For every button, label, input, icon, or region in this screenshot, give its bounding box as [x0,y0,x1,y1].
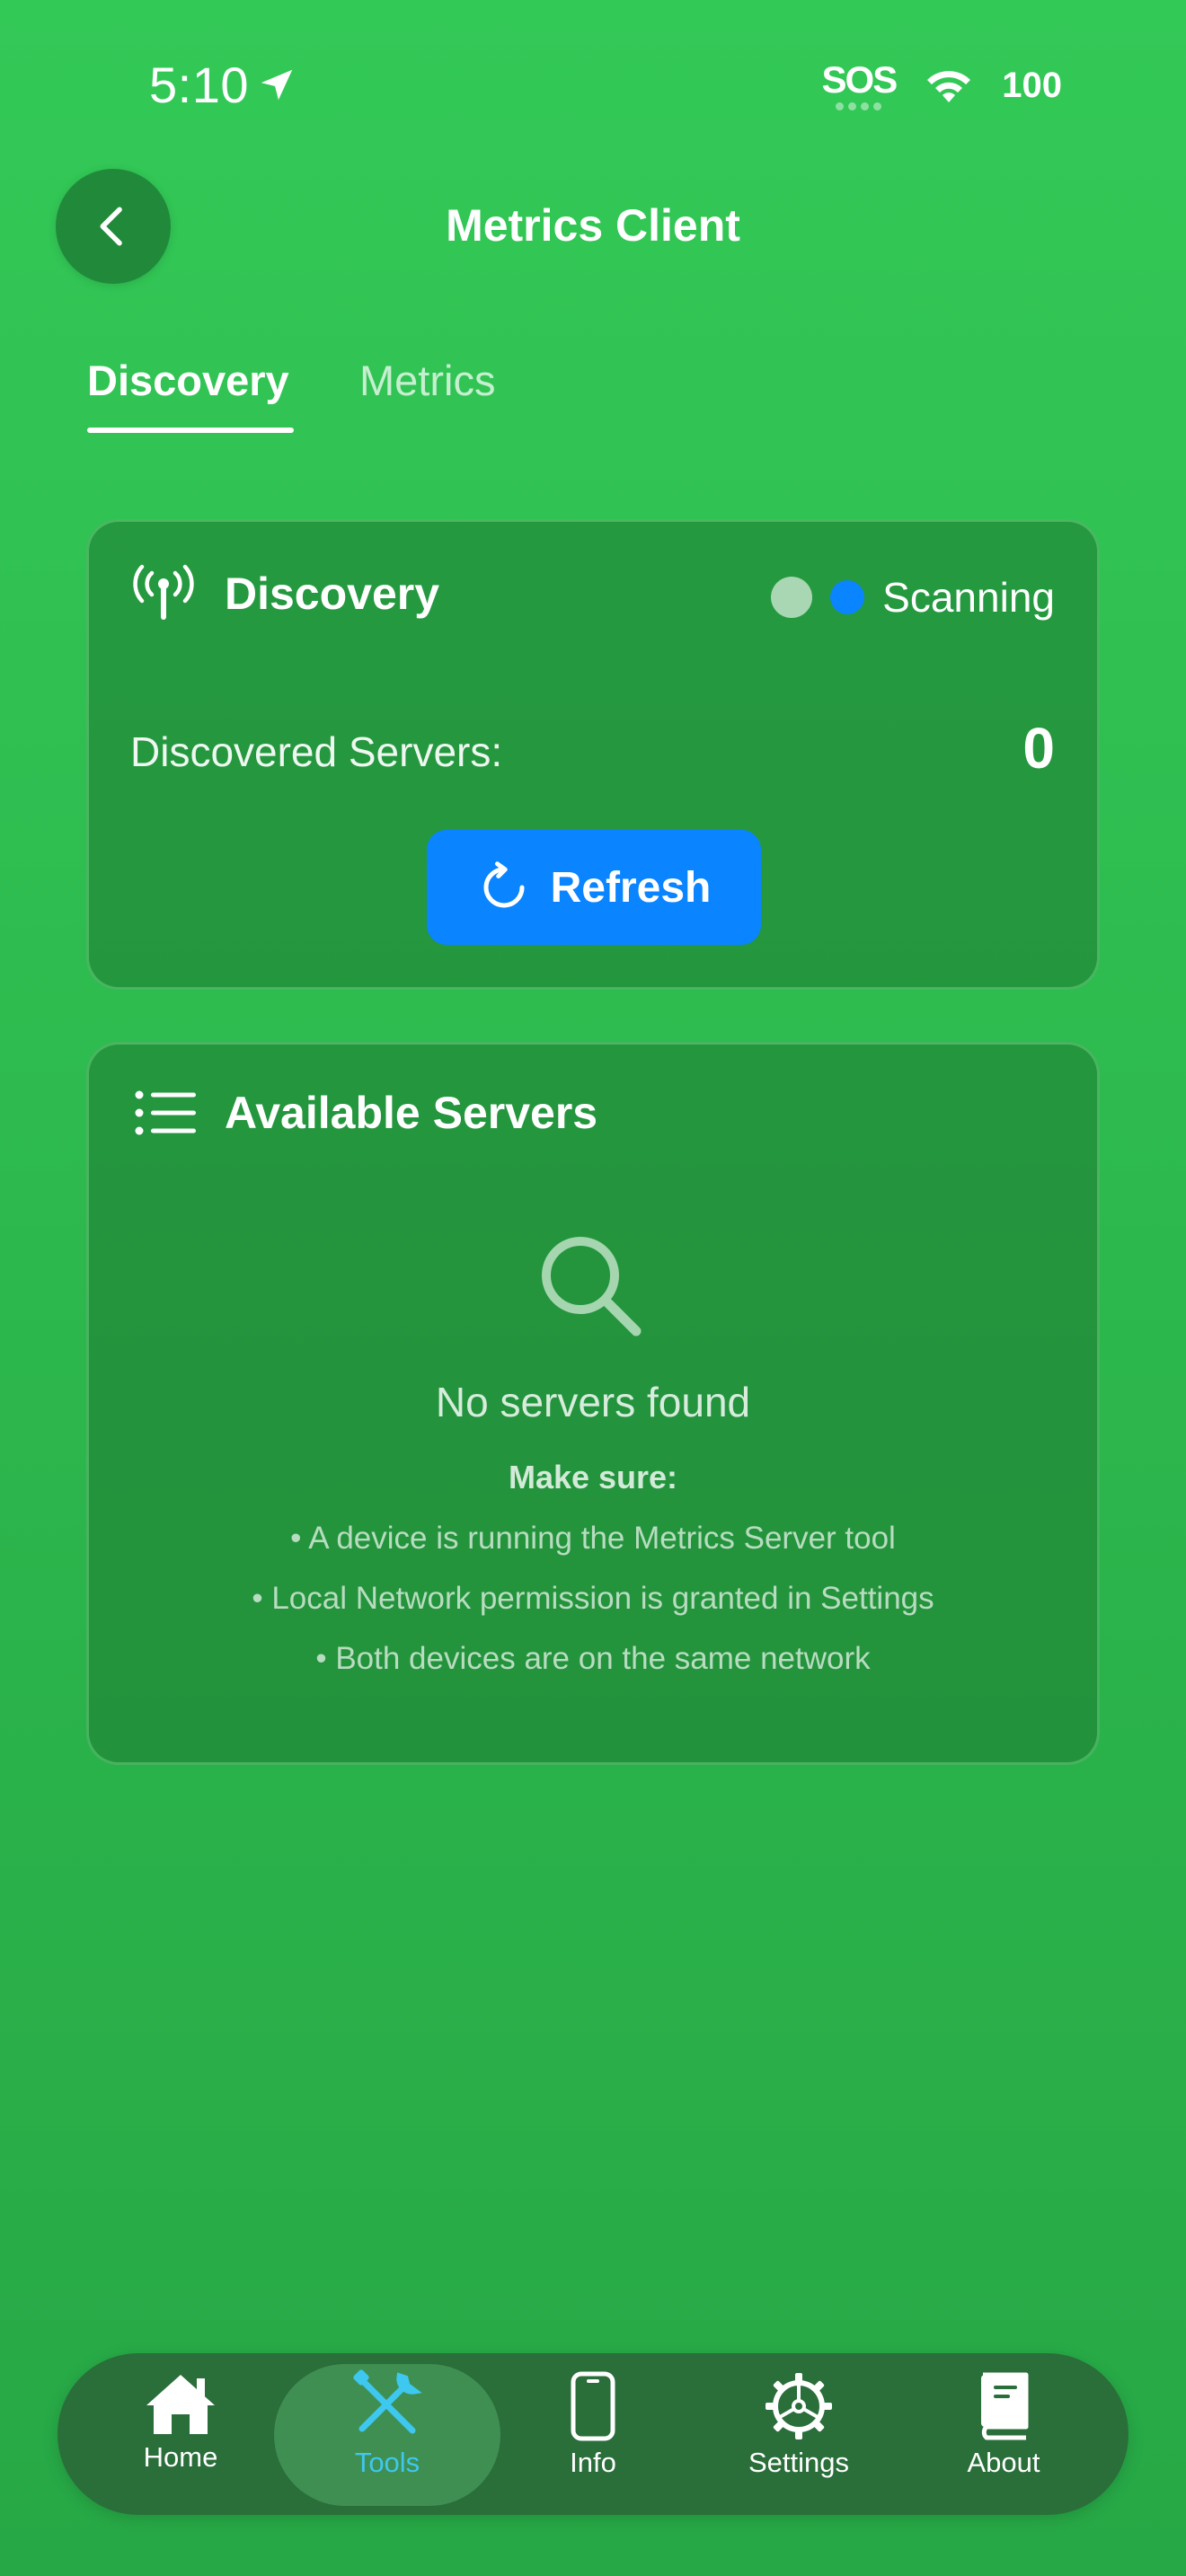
tab-bar-info[interactable]: Info [503,2371,683,2497]
tip-item: • Local Network permission is granted in… [252,1581,934,1616]
wifi-icon [927,70,971,102]
battery-level: 100 [1002,66,1062,105]
empty-state-title: No servers found [435,1379,751,1425]
sos-text: SOS [821,58,898,101]
book-icon [981,2372,1029,2440]
status-time: 5:10 [149,56,297,114]
tab-bar-settings[interactable]: Settings [709,2371,889,2497]
discovery-card-title: Discovery [225,569,440,619]
search-icon [542,1237,642,1337]
gear-icon [766,2373,832,2439]
available-servers-title: Available Servers [225,1088,598,1138]
status-time-text: 5:10 [149,57,249,113]
discovered-servers-label: Discovered Servers: [130,728,503,775]
scanning-label: Scanning [882,574,1055,621]
list-icon [135,1090,196,1135]
tab-metrics[interactable]: Metrics [359,356,495,405]
tab-bar-info-label: Info [570,2447,616,2478]
antenna-icon [133,564,194,620]
tab-bar-settings-label: Settings [748,2447,849,2478]
phone-icon [571,2371,615,2441]
sos-indicator: SOS [821,58,898,110]
discovered-servers-count: 0 [1022,716,1055,781]
page-title: Metrics Client [446,200,740,251]
status-dot-scanning [830,580,865,614]
tab-bar-tools-label: Tools [354,2447,420,2478]
location-arrow-icon [261,69,293,100]
status-indicators: SOS 100 [822,61,1062,110]
tab-bar-home-label: Home [143,2441,218,2473]
tip-item: • Both devices are on the same network [315,1641,871,1676]
tip-item: • A device is running the Metrics Server… [290,1521,896,1556]
tab-bar-tools[interactable]: Tools [297,2369,477,2497]
make-sure-heading: Make sure: [508,1459,678,1495]
status-dot-idle [771,577,813,618]
tools-icon [353,2369,422,2434]
tab-underline [87,428,294,433]
house-icon [146,2375,215,2434]
refresh-icon [483,861,525,908]
refresh-button-label: Refresh [550,863,712,912]
refresh-button[interactable]: Refresh [427,830,761,945]
tab-discovery[interactable]: Discovery [87,356,289,405]
tab-bar-about[interactable]: About [914,2371,1093,2497]
tab-bar-home[interactable]: Home [91,2371,270,2497]
scanning-status: Scanning [771,573,1055,622]
tab-bar-about-label: About [967,2447,1040,2478]
